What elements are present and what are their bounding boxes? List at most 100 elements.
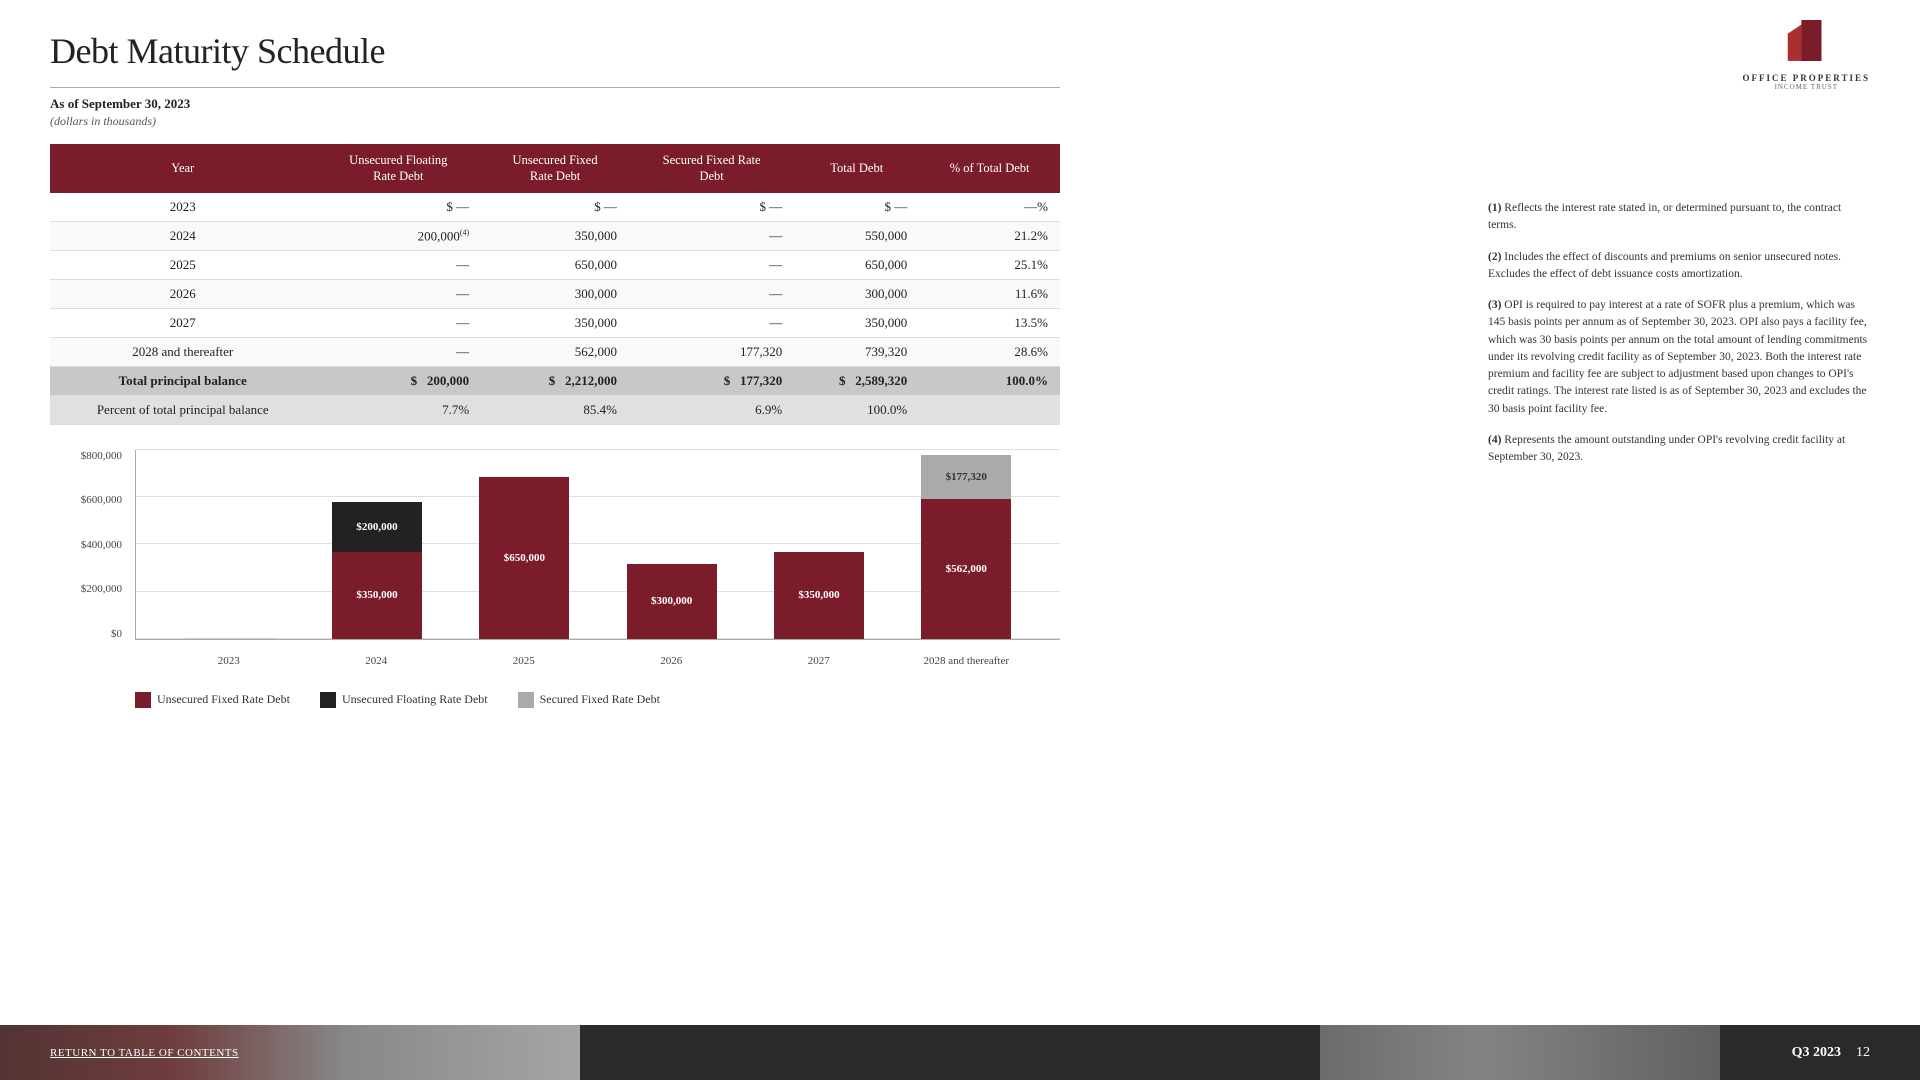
chart-plot-area: $200,000 $350,000 $650,000 $300,000 <box>135 450 1060 640</box>
notes-list: (1) Reflects the interest rate stated in… <box>1470 200 1870 466</box>
bar-2027-fixed: $350,000 <box>774 552 864 639</box>
bar-stack-2028: $177,320 $562,000 <box>921 455 1011 639</box>
bar-2028-secured: $177,320 <box>921 455 1011 499</box>
bar-stack-2025: $650,000 <box>479 477 569 639</box>
footer-image-right <box>1320 1025 1720 1080</box>
bar-group-2025: $650,000 <box>479 450 569 639</box>
bar-group-2026: $300,000 <box>627 450 717 639</box>
col-ufloat: Unsecured FloatingRate Debt <box>315 144 481 193</box>
cell-ufloat: $ — <box>315 193 481 222</box>
cell-year: 2024 <box>50 221 315 250</box>
legend-label-floating: Unsecured Floating Rate Debt <box>342 692 488 707</box>
note-item: (3) OPI is required to pay interest at a… <box>1470 297 1870 418</box>
y-label-0: $0 <box>111 628 122 640</box>
footer-right: Q3 2023 12 <box>1792 1045 1870 1061</box>
total-row: Total principal balance $ 200,000 $ 2,21… <box>50 366 1060 395</box>
cell-pct-secured: 6.9% <box>629 395 794 424</box>
x-label-2025: 2025 <box>479 655 569 667</box>
legend-color-secured <box>518 692 534 708</box>
logo-line2: INCOME TRUST <box>1775 83 1838 91</box>
bar-group-2024: $200,000 $350,000 <box>332 450 422 639</box>
percent-row: Percent of total principal balance 7.7% … <box>50 395 1060 424</box>
cell-ufloat: — <box>315 279 481 308</box>
bar-group-2023 <box>185 450 275 639</box>
cell-year: 2023 <box>50 193 315 222</box>
cell-total: 739,320 <box>794 337 919 366</box>
y-axis: $800,000 $600,000 $400,000 $200,000 $0 <box>50 450 130 640</box>
footer-link[interactable]: RETURN TO TABLE OF CONTENTS <box>50 1047 239 1059</box>
y-label-800: $800,000 <box>81 450 122 462</box>
cell-year: 2027 <box>50 308 315 337</box>
cell-year: 2028 and thereafter <box>50 337 315 366</box>
cell-pct: 13.5% <box>919 308 1060 337</box>
legend-label-fixed: Unsecured Fixed Rate Debt <box>157 692 290 707</box>
bar-2024-fixed: $350,000 <box>332 552 422 639</box>
main-content: Debt Maturity Schedule As of September 3… <box>0 0 1060 708</box>
legend-item-floating: Unsecured Floating Rate Debt <box>320 692 488 708</box>
col-year: Year <box>50 144 315 193</box>
chart-container: $800,000 $600,000 $400,000 $200,000 $0 <box>50 450 1060 680</box>
col-secured: Secured Fixed RateDebt <box>629 144 794 193</box>
footer-quarter: Q3 2023 <box>1792 1045 1841 1061</box>
x-label-2023: 2023 <box>184 655 274 667</box>
cell-secured: — <box>629 308 794 337</box>
logo: OFFICE PROPERTIES INCOME TRUST <box>1743 20 1870 91</box>
footer: RETURN TO TABLE OF CONTENTS Q3 2023 12 <box>0 1025 1920 1080</box>
cell-pct: 28.6% <box>919 337 1060 366</box>
cell-year: 2026 <box>50 279 315 308</box>
bar-2024-floating: $200,000 <box>332 502 422 552</box>
cell-ufloat: — <box>315 337 481 366</box>
x-label-2024: 2024 <box>331 655 421 667</box>
cell-pct-ufixed: 85.4% <box>481 395 629 424</box>
table-row: 2025 — 650,000 — 650,000 25.1% <box>50 250 1060 279</box>
cell-secured: — <box>629 279 794 308</box>
cell-ufloat: — <box>315 250 481 279</box>
cell-pct-label: Percent of total principal balance <box>50 395 315 424</box>
chart-section: $800,000 $600,000 $400,000 $200,000 $0 <box>50 450 1060 708</box>
x-label-2027: 2027 <box>774 655 864 667</box>
footer-page: 12 <box>1856 1045 1870 1061</box>
cell-secured: — <box>629 221 794 250</box>
subtitle-date: As of September 30, 2023 <box>50 96 1010 112</box>
cell-total: 300,000 <box>794 279 919 308</box>
bar-stack-2024: $200,000 $350,000 <box>332 502 422 639</box>
legend-color-fixed <box>135 692 151 708</box>
bar-stack-2026: $300,000 <box>627 564 717 639</box>
cell-ufixed: 300,000 <box>481 279 629 308</box>
cell-pct: —% <box>919 193 1060 222</box>
legend-label-secured: Secured Fixed Rate Debt <box>540 692 660 707</box>
legend-item-fixed: Unsecured Fixed Rate Debt <box>135 692 290 708</box>
x-label-2028: 2028 and thereafter <box>921 655 1011 667</box>
cell-total-total: $ 2,589,320 <box>794 366 919 395</box>
col-total: Total Debt <box>794 144 919 193</box>
bar-2025-fixed: $650,000 <box>479 477 569 639</box>
cell-total: 550,000 <box>794 221 919 250</box>
cell-secured: $ — <box>629 193 794 222</box>
legend-color-floating <box>320 692 336 708</box>
table-row: 2024 200,000(4) 350,000 — 550,000 21.2% <box>50 221 1060 250</box>
cell-pct-total: 100.0% <box>794 395 919 424</box>
logo-line1: OFFICE PROPERTIES <box>1743 73 1870 83</box>
x-axis: 2023 2024 2025 2026 2027 2028 and therea… <box>135 642 1060 680</box>
cell-total-secured: $ 177,320 <box>629 366 794 395</box>
note-item: (2) Includes the effect of discounts and… <box>1470 249 1870 284</box>
cell-ufixed: 562,000 <box>481 337 629 366</box>
legend-item-secured: Secured Fixed Rate Debt <box>518 692 660 708</box>
y-label-400: $400,000 <box>81 539 122 551</box>
debt-table: Year Unsecured FloatingRate Debt Unsecur… <box>50 144 1060 425</box>
cell-ufloat: — <box>315 308 481 337</box>
cell-ufloat: 200,000(4) <box>315 221 481 250</box>
cell-total-label: Total principal balance <box>50 366 315 395</box>
page-title: Debt Maturity Schedule <box>50 30 1010 72</box>
cell-ufixed: $ — <box>481 193 629 222</box>
col-ufixed: Unsecured FixedRate Debt <box>481 144 629 193</box>
cell-total-ufixed: $ 2,212,000 <box>481 366 629 395</box>
y-label-600: $600,000 <box>81 494 122 506</box>
cell-ufixed: 350,000 <box>481 308 629 337</box>
cell-pct: 21.2% <box>919 221 1060 250</box>
logo-icon <box>1786 20 1826 70</box>
cell-total: 650,000 <box>794 250 919 279</box>
cell-pct: 11.6% <box>919 279 1060 308</box>
col-pct: % of Total Debt <box>919 144 1060 193</box>
cell-year: 2025 <box>50 250 315 279</box>
